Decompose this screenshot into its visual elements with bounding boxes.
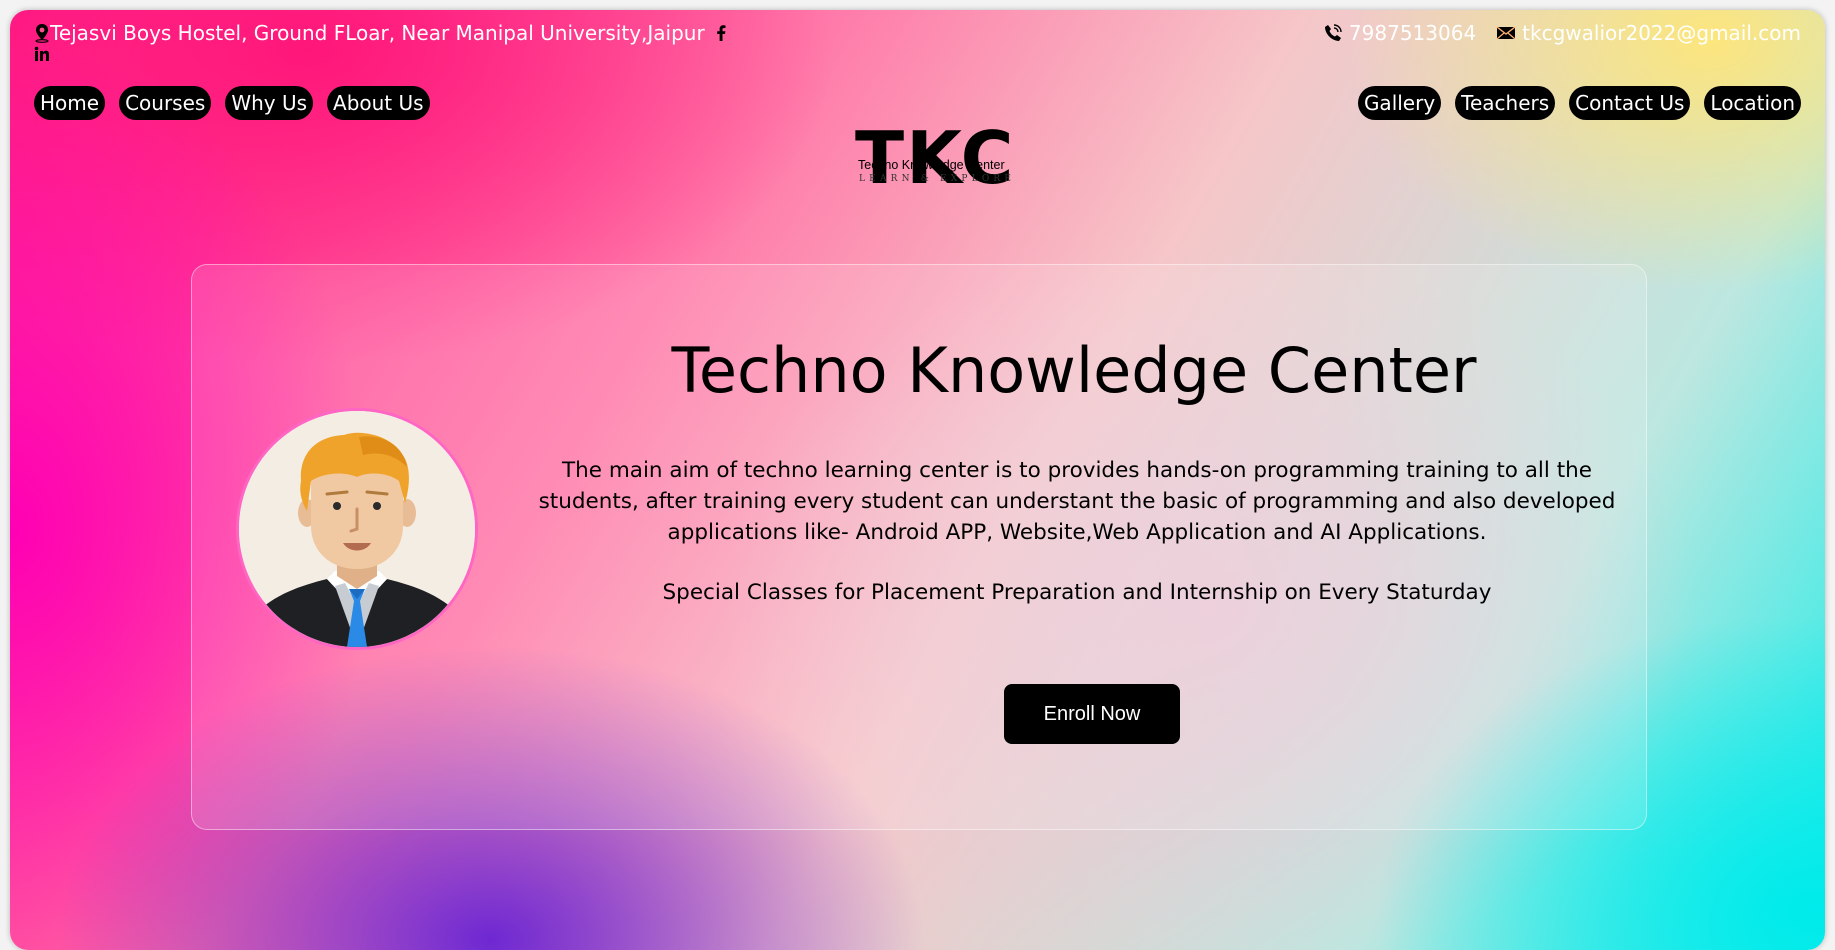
nav-location[interactable]: Location: [1704, 86, 1801, 120]
nav-right: Gallery Teachers Contact Us Location: [1357, 86, 1801, 120]
phone-icon: [1323, 23, 1343, 43]
contact-info-left: Tejasvi Boys Hostel, Ground FLoar, Near …: [34, 20, 727, 62]
nav-why-us[interactable]: Why Us: [225, 86, 314, 120]
logo-name: Techno Knowledge Center: [858, 158, 1005, 172]
email-address[interactable]: tkcgwalior2022@gmail.com: [1522, 20, 1801, 46]
nav-courses[interactable]: Courses: [119, 86, 212, 120]
nav-gallery[interactable]: Gallery: [1357, 86, 1442, 120]
hero-card: Techno Knowledge Center The main aim of …: [191, 264, 1647, 830]
hero-description: The main aim of techno learning center i…: [538, 458, 1616, 545]
special-classes-text: Special Classes for Placement Preparatio…: [662, 580, 1492, 605]
phone-number[interactable]: 7987513064: [1349, 20, 1476, 46]
location-pin-icon: [34, 23, 50, 43]
hero-title: Techno Knowledge Center: [671, 334, 1477, 407]
facebook-icon[interactable]: [715, 24, 727, 42]
nav-contact-us[interactable]: Contact Us: [1569, 86, 1691, 120]
nav-left: Home Courses Why Us About Us: [34, 86, 430, 120]
mail-icon: [1496, 25, 1516, 41]
nav-about-us[interactable]: About Us: [327, 86, 430, 120]
logo-tagline: LEARN & EXPLORE: [859, 174, 1016, 184]
linkedin-icon[interactable]: [34, 46, 50, 62]
enroll-now-button[interactable]: Enroll Now: [1004, 684, 1180, 744]
nav-home[interactable]: Home: [34, 86, 106, 120]
nav-teachers[interactable]: Teachers: [1455, 86, 1556, 120]
teacher-avatar: [236, 408, 478, 650]
site-logo[interactable]: TKC Techno Knowledge Center LEARN & EXPL…: [845, 118, 1014, 198]
address-text: Tejasvi Boys Hostel, Ground FLoar, Near …: [50, 21, 705, 45]
page-frame: Tejasvi Boys Hostel, Ground FLoar, Near …: [10, 10, 1825, 950]
contact-info-right: 7987513064 tkcgwalior2022@gmail.com: [1323, 20, 1801, 46]
